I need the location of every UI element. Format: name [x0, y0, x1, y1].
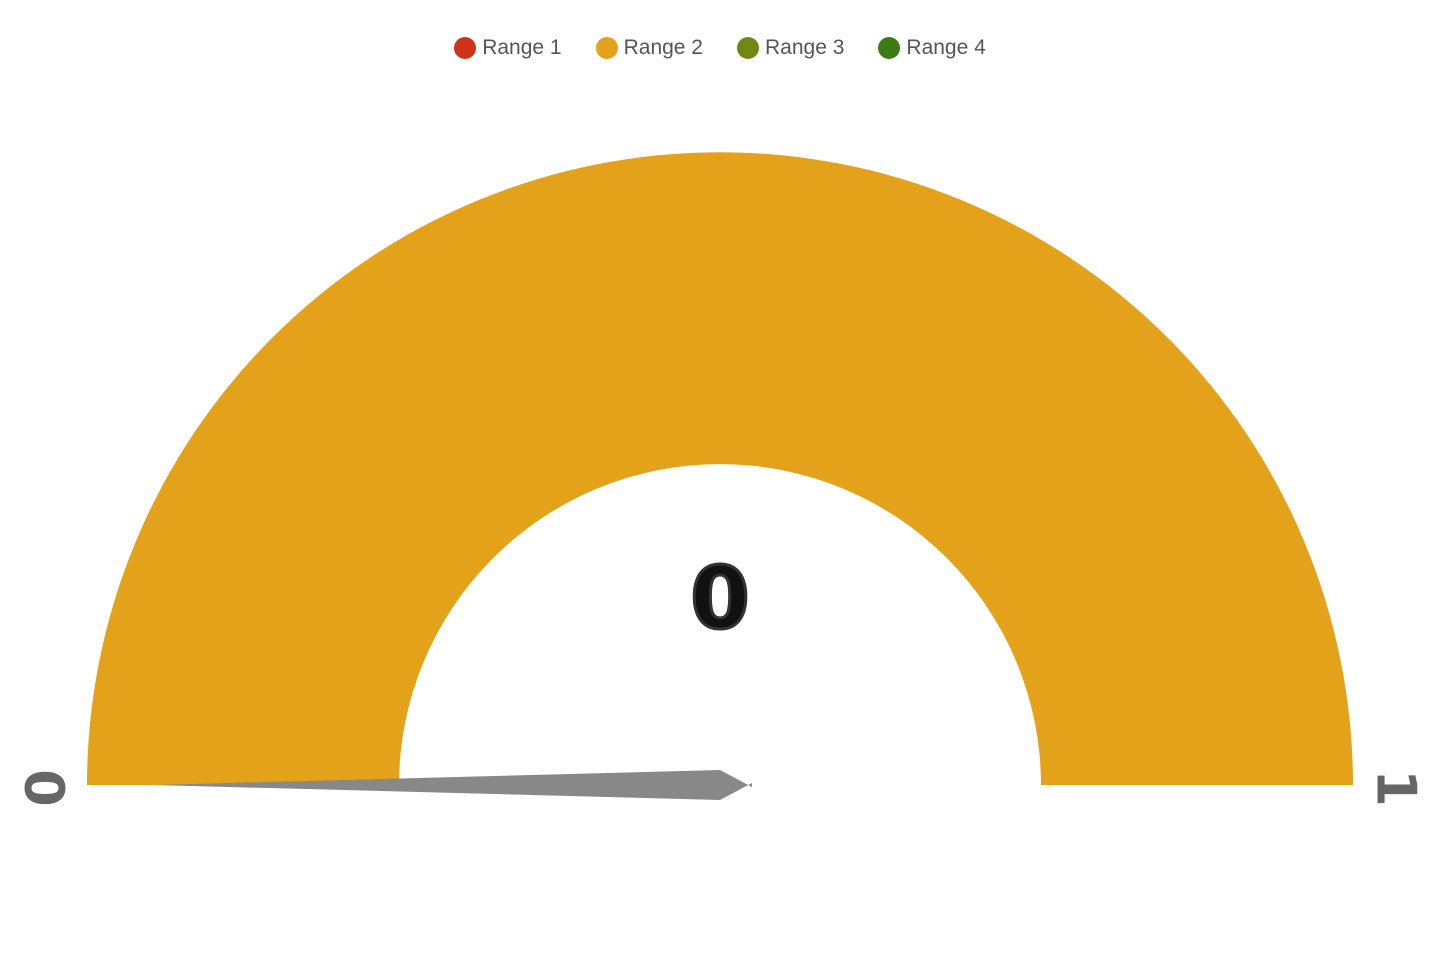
gauge-max-label: 1	[1364, 769, 1427, 807]
gauge-band-1	[87, 152, 1353, 786]
gauge-bands	[87, 152, 1353, 786]
gauge-min-label: 0	[15, 769, 78, 807]
gauge-value-label: 0	[690, 549, 750, 649]
gauge-chart: 0 0 1	[15, 152, 1427, 807]
